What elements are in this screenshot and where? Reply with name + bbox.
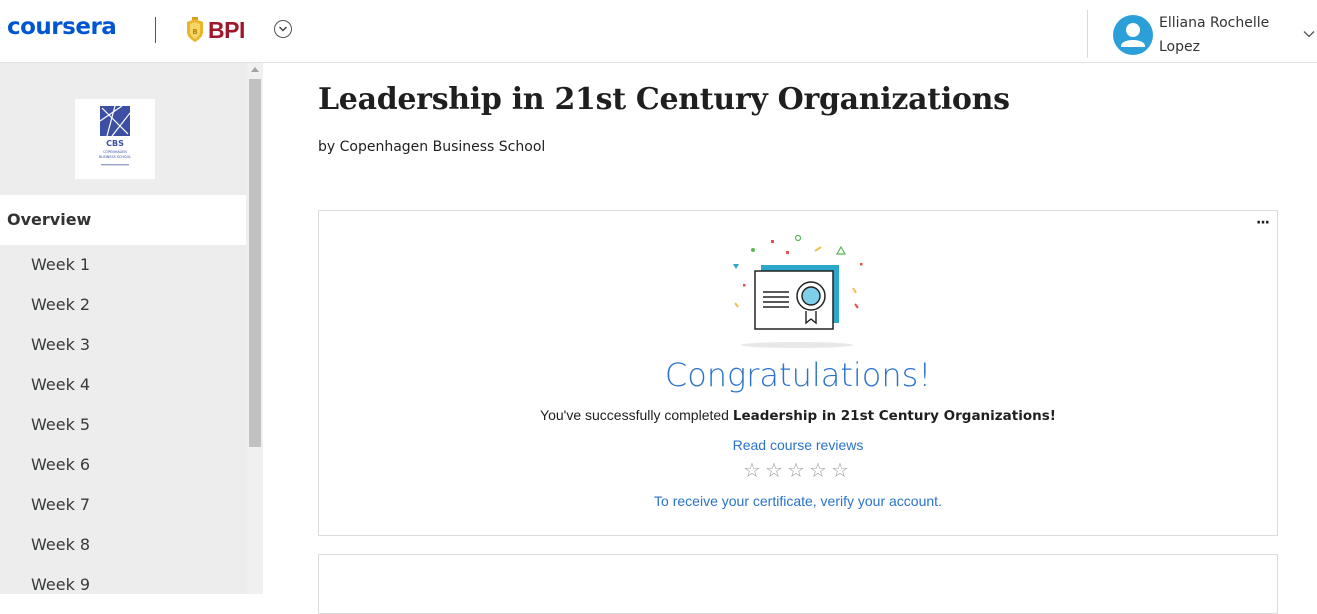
completion-card: ··· Congratulations! You've successfully… — [318, 210, 1278, 536]
rating-stars[interactable]: ☆ ☆ ☆ ☆ ☆ — [743, 460, 853, 480]
header-divider — [155, 17, 156, 43]
sidebar-item-week-8[interactable]: Week 8 — [31, 533, 90, 557]
scroll-up-arrow-icon[interactable] — [251, 67, 259, 72]
course-sidebar: CBS COPENHAGEN BUSINESS SCHOOL Overview … — [0, 63, 263, 594]
sidebar-item-overview[interactable]: Overview — [0, 195, 246, 245]
scrollbar-thumb[interactable] — [249, 79, 261, 447]
cbs-logo-image: CBS COPENHAGEN BUSINESS SCHOOL — [99, 105, 131, 166]
sidebar-item-week-5[interactable]: Week 5 — [31, 413, 90, 437]
sidebar-item-week-7[interactable]: Week 7 — [31, 493, 90, 517]
page-title: Leadership in 21st Century Organizations — [318, 82, 1010, 117]
svg-text:B: B — [192, 28, 197, 36]
sidebar-item-week-4[interactable]: Week 4 — [31, 373, 90, 397]
sidebar-item-week-2[interactable]: Week 2 — [31, 293, 90, 317]
star-5-icon[interactable]: ☆ — [831, 460, 849, 480]
user-name[interactable]: Elliana Rochelle Lopez — [1159, 11, 1279, 59]
sidebar-scrollbar[interactable] — [247, 63, 263, 594]
svg-text:COPENHAGEN: COPENHAGEN — [103, 150, 127, 154]
star-1-icon[interactable]: ☆ — [743, 460, 761, 480]
read-reviews-link[interactable]: Read course reviews — [319, 437, 1277, 453]
course-provider: by Copenhagen Business School — [318, 139, 546, 155]
verify-account-link[interactable]: To receive your certificate, verify your… — [319, 493, 1277, 509]
next-card — [318, 554, 1278, 614]
chevron-down-icon — [278, 26, 288, 32]
sidebar-item-week-3[interactable]: Week 3 — [31, 333, 90, 357]
chevron-down-icon[interactable] — [1303, 30, 1315, 38]
bpi-crest-icon: B — [187, 17, 203, 42]
user-avatar[interactable] — [1113, 15, 1153, 55]
sidebar-item-week-9[interactable]: Week 9 — [31, 573, 90, 597]
org-switcher-dropdown[interactable] — [274, 20, 292, 38]
coursera-logo[interactable]: coursera — [7, 14, 117, 40]
sidebar-item-week-1[interactable]: Week 1 — [31, 253, 90, 277]
congratulations-heading: Congratulations! — [664, 356, 932, 394]
user-divider — [1087, 10, 1088, 58]
top-header: coursera B BPI Elliana Rochelle Lopez — [0, 0, 1317, 63]
completion-message: You've successfully completed Leadership… — [540, 407, 1056, 424]
star-4-icon[interactable]: ☆ — [809, 460, 827, 480]
completed-course-name: Leadership in 21st Century Organizations — [732, 408, 1050, 424]
user-avatar-icon — [1121, 23, 1145, 47]
sidebar-item-week-6[interactable]: Week 6 — [31, 453, 90, 477]
bpi-wordmark: BPI — [208, 17, 245, 43]
svg-text:BUSINESS SCHOOL: BUSINESS SCHOOL — [99, 155, 131, 159]
star-3-icon[interactable]: ☆ — [787, 460, 805, 480]
cbs-logo-text: CBS — [106, 139, 124, 148]
cbs-logo: CBS COPENHAGEN BUSINESS SCHOOL — [75, 99, 155, 179]
certificate-icon — [733, 234, 863, 348]
more-options-button[interactable]: ··· — [1256, 215, 1270, 231]
star-2-icon[interactable]: ☆ — [765, 460, 783, 480]
